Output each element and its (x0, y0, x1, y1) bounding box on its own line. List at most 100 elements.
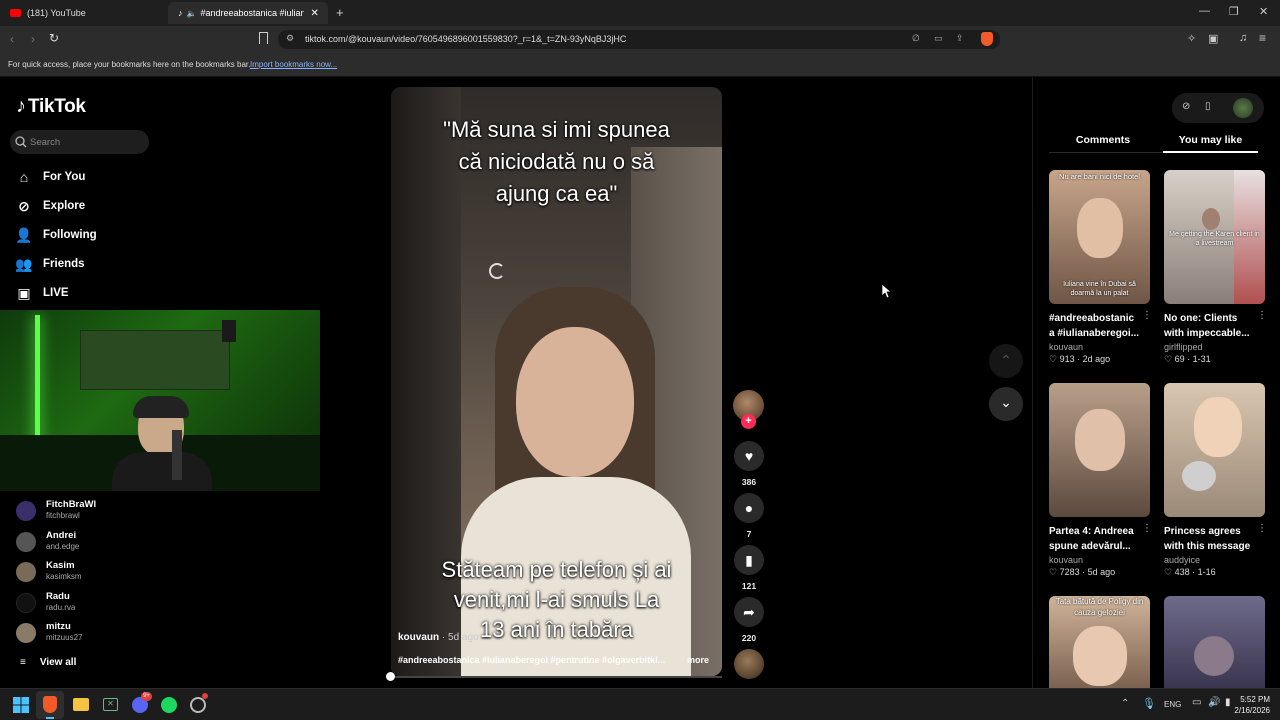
wallet-icon[interactable]: ▣ (1208, 32, 1218, 45)
close-window-icon[interactable]: ✕ (1259, 5, 1268, 18)
terminal-icon[interactable]: ✕ (103, 698, 118, 711)
share-action[interactable]: ➦ 220 (733, 597, 765, 643)
video-thumbnail[interactable]: Me getting the Karen client in a livestr… (1164, 170, 1265, 304)
close-tab-icon[interactable]: ✕ (310, 8, 318, 19)
nav-for-you[interactable]: ⌂ For You (15, 166, 86, 188)
comment-icon[interactable]: ● (734, 493, 764, 523)
steam-icon[interactable] (190, 697, 206, 713)
save-action[interactable]: ▮ 121 (733, 545, 765, 591)
nav-explore[interactable]: ⊘ Explore (15, 195, 85, 217)
account-name: mitzu (46, 621, 71, 632)
profile-avatar[interactable] (1233, 98, 1253, 118)
video-thumbnail[interactable]: Nu are bani nici de hotel Iuliana vine î… (1049, 170, 1150, 304)
more-options-icon[interactable]: ⋮ (1142, 523, 1152, 534)
nav-live[interactable]: ▣ LIVE (15, 282, 68, 304)
following-account[interactable]: Radu radu.rva (16, 591, 316, 619)
view-all-link[interactable]: ≡ View all (20, 657, 76, 668)
language-indicator[interactable]: ENG (1164, 700, 1181, 709)
video-author-row[interactable]: kouvaun · 5d ago (398, 632, 479, 643)
restore-icon[interactable]: ❐ (1229, 5, 1239, 18)
nav-friends[interactable]: 👥 Friends (15, 253, 84, 275)
following-account[interactable]: mitzu mitzuus27 (16, 621, 316, 649)
card-author[interactable]: auddyice (1164, 555, 1265, 565)
search-input[interactable]: Search (30, 137, 60, 148)
import-bookmarks-link[interactable]: Import bookmarks now... (250, 60, 337, 69)
avatar (16, 532, 36, 552)
tiktok-logo[interactable]: ♪ TikTok (16, 95, 86, 118)
heart-icon[interactable]: ♥ (734, 441, 764, 471)
media-icon[interactable]: ♫ (1239, 32, 1247, 44)
card-title[interactable]: Partea 4: Andreea spune adevărul... (1049, 524, 1141, 554)
suggested-video-card[interactable]: Me getting the Karen client in a livestr… (1164, 170, 1267, 365)
list-icon: ≡ (20, 657, 26, 668)
bookmark-icon[interactable] (259, 32, 268, 44)
brave-shield-icon[interactable] (981, 32, 993, 46)
more-options-icon[interactable]: ⋮ (1257, 523, 1267, 534)
volume-icon[interactable]: 🔊 (1208, 697, 1220, 708)
like-action[interactable]: ♥ 386 (733, 441, 765, 487)
card-title[interactable]: #andreeabostanic a #iulianaberegoi... (1049, 311, 1141, 341)
extensions-icon[interactable]: ✧ (1187, 32, 1196, 45)
card-author[interactable]: girlflipped (1164, 342, 1265, 352)
previous-video-button[interactable]: ⌃ (989, 344, 1023, 378)
card-title[interactable]: Princess agrees with this message (1164, 524, 1256, 554)
compass-icon[interactable]: ⊘ (1182, 101, 1190, 112)
tab-you-may-like[interactable]: You may like (1163, 134, 1258, 146)
phone-icon[interactable]: ▯ (1205, 101, 1211, 112)
video-player[interactable]: "Mă suna si imi spunea că niciodată nu o… (391, 87, 722, 676)
next-video-button[interactable]: ⌄ (989, 387, 1023, 421)
following-account[interactable]: Kasim kasimksm (16, 560, 316, 588)
video-thumbnail[interactable] (1049, 383, 1150, 517)
progress-handle[interactable] (386, 672, 395, 681)
following-account[interactable]: FitchBraWl fitchbrawl (16, 499, 316, 527)
comment-count: 7 (746, 529, 752, 539)
follow-plus-icon[interactable]: + (741, 414, 756, 429)
following-account[interactable]: Andrei and.edge (16, 530, 316, 558)
site-info-icon[interactable]: ⚙ (286, 33, 294, 44)
card-title[interactable]: No one: Clients with impeccable... (1164, 311, 1256, 341)
share-arrow-icon[interactable]: ➦ (734, 597, 764, 627)
more-options-icon[interactable]: ⋮ (1257, 310, 1267, 321)
back-icon[interactable]: ‹ (10, 32, 14, 46)
nav-following[interactable]: 👤 Following (15, 224, 96, 246)
clock[interactable]: 5:52 PM 2/16/2026 (1228, 694, 1270, 716)
file-explorer-icon[interactable] (73, 698, 89, 711)
microphone-icon[interactable]: 🎙 (1142, 697, 1156, 710)
card-author[interactable]: kouvaun (1049, 555, 1150, 565)
music-disc-icon[interactable] (734, 649, 764, 679)
more-button[interactable]: more (687, 655, 709, 665)
new-tab-button[interactable]: + (336, 5, 344, 20)
video-hashtags[interactable]: #andreeabostanica #iulianaberegoi #pentr… (398, 655, 683, 665)
account-name: FitchBraWl (46, 499, 97, 510)
forward-icon[interactable]: › (31, 32, 35, 46)
more-options-icon[interactable]: ⋮ (1142, 310, 1152, 321)
address-bar[interactable]: ⚙ tiktok.com/@kouvaun/video/760549689600… (278, 30, 1000, 49)
search-box[interactable]: Search (10, 130, 149, 154)
cast-icon[interactable]: ▭ (934, 33, 943, 44)
bookmark-icon[interactable]: ▮ (734, 545, 764, 575)
suggested-video-card[interactable]: Tata bătută de Poligy din cauza geloziei (1049, 596, 1150, 688)
network-icon[interactable]: ▭ (1192, 697, 1201, 708)
spotify-icon[interactable] (161, 697, 177, 713)
tray-chevron-icon[interactable]: ⌃ (1121, 698, 1129, 709)
suggested-video-card[interactable]: Partea 4: Andreea spune adevărul... kouv… (1049, 383, 1152, 578)
video-author[interactable]: kouvaun (398, 632, 439, 643)
suggested-video-card[interactable]: Princess agrees with this message auddyi… (1164, 383, 1267, 578)
tab-youtube[interactable]: (181) YouTube (0, 2, 168, 24)
tab-comments[interactable]: Comments (1049, 134, 1157, 146)
card-author[interactable]: kouvaun (1049, 342, 1150, 352)
video-thumbnail[interactable] (1164, 383, 1265, 517)
menu-icon[interactable]: ≡ (1259, 31, 1266, 45)
share-icon[interactable]: ⇪ (956, 33, 964, 44)
suggested-video-card[interactable] (1164, 596, 1265, 688)
suggested-video-card[interactable]: Nu are bani nici de hotel Iuliana vine î… (1049, 170, 1152, 365)
progress-track[interactable] (391, 676, 722, 678)
sound-off-icon[interactable]: ∅ (912, 33, 920, 44)
brave-taskbar-icon[interactable] (43, 696, 57, 713)
windows-start-icon[interactable] (13, 697, 29, 713)
tab-tiktok[interactable]: ♪ 🔈 #andreeabostanica #iulianab ✕ (168, 2, 328, 24)
card-age: 1-31 (1192, 354, 1211, 364)
minimize-icon[interactable]: — (1199, 5, 1210, 17)
comment-action[interactable]: ● 7 (733, 493, 765, 539)
reload-icon[interactable]: ↻ (49, 31, 59, 45)
